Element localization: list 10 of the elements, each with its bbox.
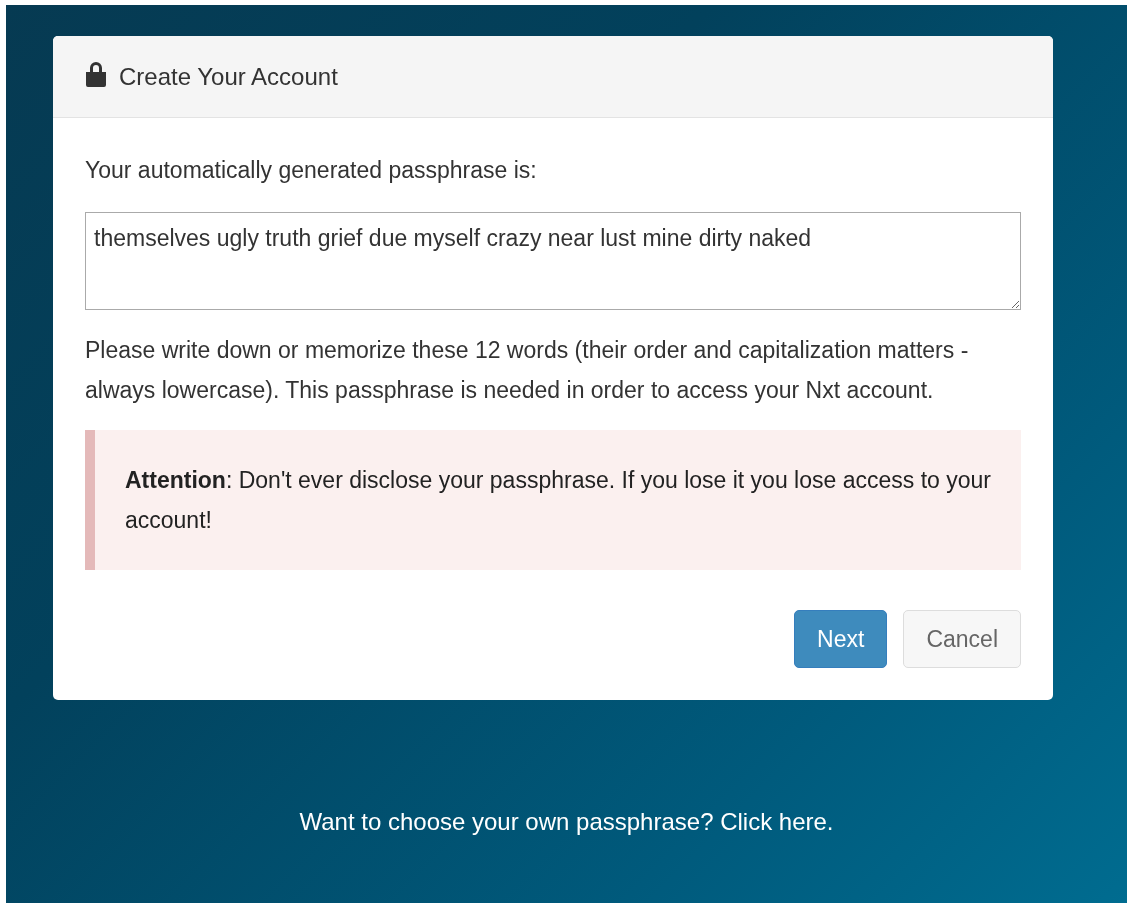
click-here-link[interactable]: Click here. bbox=[720, 808, 834, 835]
footer-text: Want to choose your own passphrase? Click here. bbox=[298, 808, 835, 836]
instructions-text: Please write down or memorize these 12 words (their order and capitalization matters - always lowercase). This passphrase is needed in order to access your Nxt account. bbox=[85, 336, 970, 405]
attention-alert: Attention: Don't ever disclose your passphrase. If you lose it you lose access to your account! bbox=[85, 430, 1021, 570]
lock-icon bbox=[85, 60, 107, 87]
passphrase-field[interactable]: themselves ugly truth grief due myself crazy near lust mine dirty naked bbox=[85, 212, 1021, 310]
dialog-title: Create Your Account bbox=[119, 62, 338, 91]
cancel-button[interactable]: Cancel bbox=[903, 610, 1021, 668]
next-button[interactable]: Next bbox=[794, 610, 888, 668]
intro-text: Your automatically generated passphrase is: bbox=[85, 156, 538, 185]
